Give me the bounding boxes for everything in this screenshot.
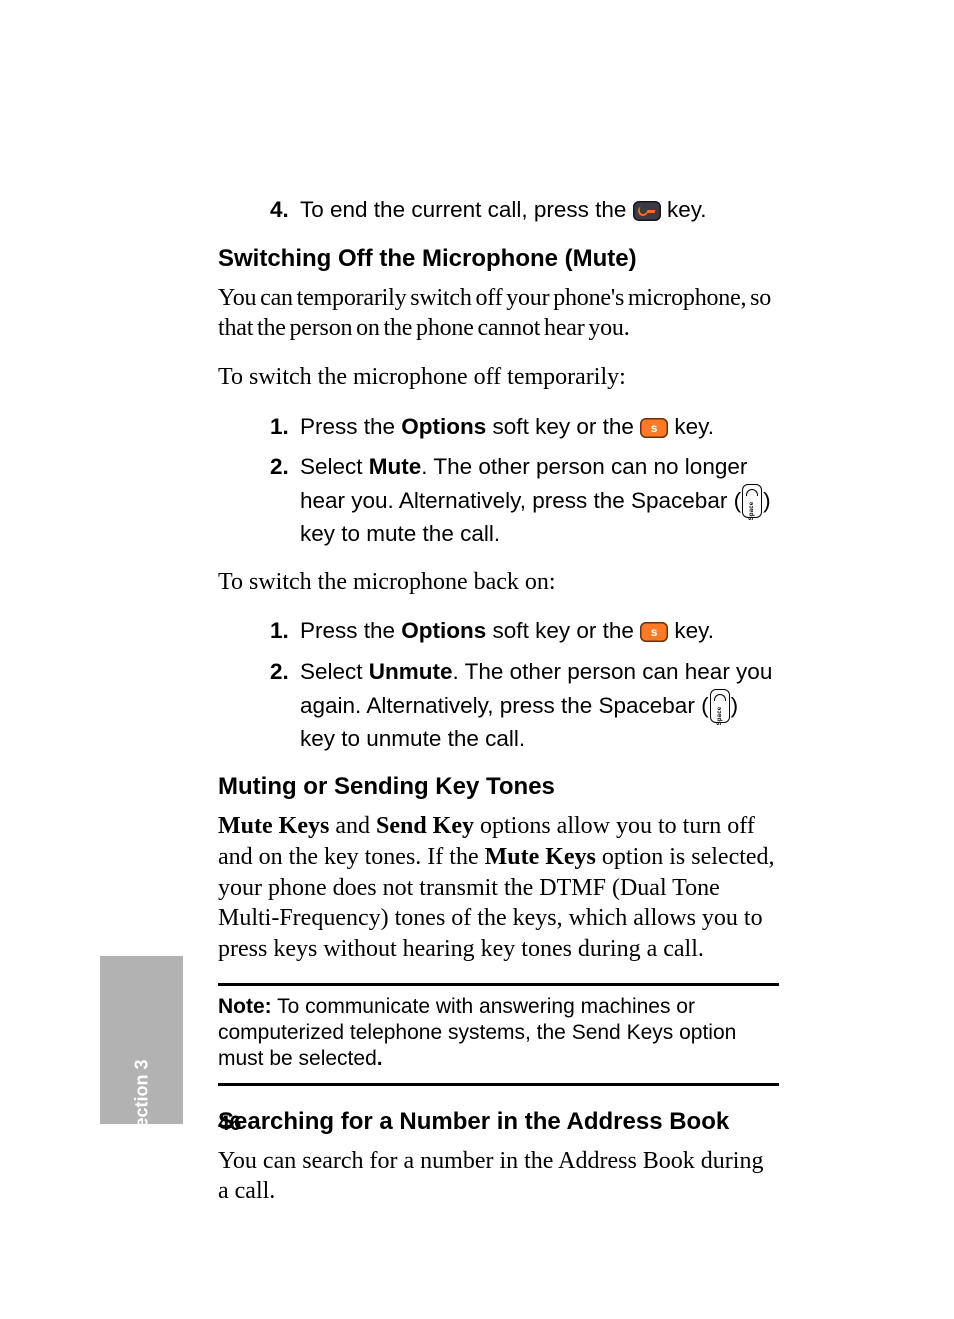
note-body: To communicate with answering machines o…: [218, 995, 736, 1071]
heading-key-tones: Muting or Sending Key Tones: [218, 773, 779, 801]
step-text-before: To end the current call, press the: [300, 197, 633, 222]
step-text-after: key.: [667, 197, 707, 222]
key-tones-paragraph: Mute Keys and Send Key options allow you…: [218, 811, 779, 965]
t: Press the: [300, 618, 401, 643]
s-key-icon: [640, 418, 668, 438]
step-number: 4.: [270, 194, 289, 227]
t: soft key or the: [486, 414, 640, 439]
t: Press the: [300, 414, 401, 439]
options-label: Options: [401, 618, 486, 643]
step-number: 2.: [270, 656, 289, 689]
heading-mute: Switching Off the Microphone (Mute): [218, 245, 779, 273]
t: key.: [668, 618, 714, 643]
note-label: Note:: [218, 995, 272, 1018]
t: and: [329, 813, 376, 839]
unmute-label: Unmute: [369, 659, 453, 684]
section-tab: Section 3: [100, 956, 183, 1124]
page-number: 46: [218, 1112, 241, 1136]
t: Select: [300, 659, 369, 684]
end-key-icon: [633, 201, 661, 221]
step-number: 1.: [270, 615, 289, 648]
mute-on-steps: 1. Press the Options soft key or the key…: [218, 615, 779, 755]
mute-paragraph-3: To switch the microphone back on:: [218, 567, 779, 598]
note-period: .: [377, 1047, 383, 1070]
mute-off-step-1: 1. Press the Options soft key or the key…: [300, 411, 779, 444]
mute-paragraph-2: To switch the microphone off temporarily…: [218, 362, 779, 393]
spacebar-key-icon: [710, 689, 730, 723]
mute-off-step-2: 2. Select Mute. The other person can no …: [300, 451, 779, 550]
steps-continued: 4. To end the current call, press the ke…: [218, 194, 779, 227]
s-key-icon: [640, 622, 668, 642]
mute-on-step-1: 1. Press the Options soft key or the key…: [300, 615, 779, 648]
search-paragraph: You can search for a number in the Addre…: [218, 1146, 779, 1207]
manual-page: 4. To end the current call, press the ke…: [0, 0, 954, 1319]
mute-paragraph-1: You can temporarily switch off your phon…: [218, 283, 779, 344]
mute-off-steps: 1. Press the Options soft key or the key…: [218, 411, 779, 551]
mute-keys-strong: Mute Keys: [218, 813, 329, 839]
t: Select: [300, 454, 369, 479]
step-4: 4. To end the current call, press the ke…: [300, 194, 779, 227]
send-key-strong: Send Key: [376, 813, 474, 839]
section-tab-label: Section 3: [131, 1059, 152, 1139]
spacebar-key-icon: [742, 484, 762, 518]
step-number: 2.: [270, 451, 289, 484]
mute-label: Mute: [369, 454, 422, 479]
step-number: 1.: [270, 411, 289, 444]
t: key.: [668, 414, 714, 439]
mute-keys-strong-2: Mute Keys: [485, 844, 596, 870]
heading-search: Searching for a Number in the Address Bo…: [218, 1108, 779, 1136]
t: soft key or the: [486, 618, 640, 643]
note-block: Note: To communicate with answering mach…: [218, 983, 779, 1086]
mute-on-step-2: 2. Select Unmute. The other person can h…: [300, 656, 779, 755]
options-label: Options: [401, 414, 486, 439]
